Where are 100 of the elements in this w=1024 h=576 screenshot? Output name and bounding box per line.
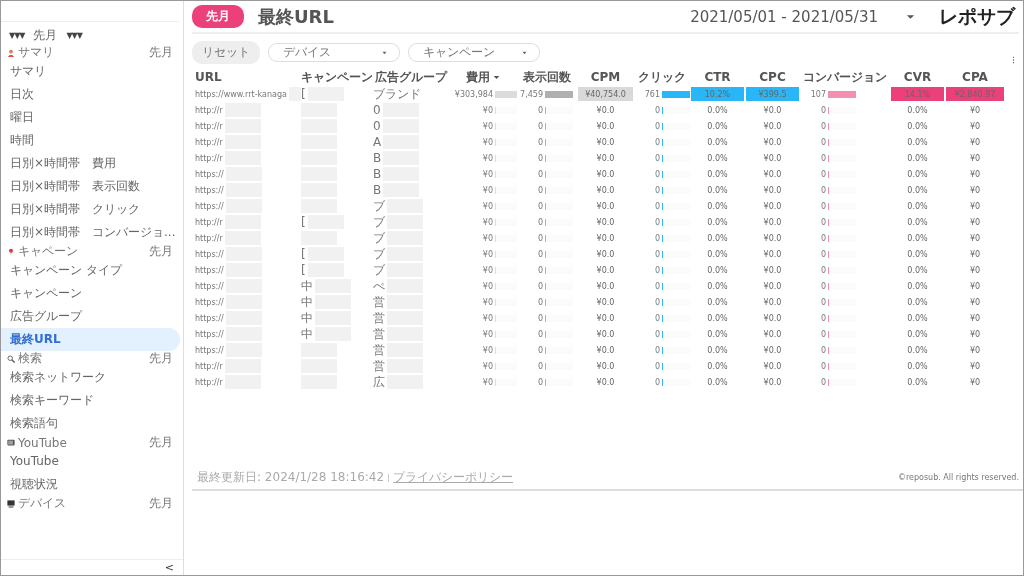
- table-cell-text: 0: [819, 233, 826, 243]
- sidebar-item[interactable]: 日別×時間帯 コンバージョ...: [1, 221, 180, 244]
- period-arrows[interactable]: ▼▼▼: [66, 31, 82, 40]
- sidebar-item[interactable]: 時間: [1, 129, 180, 152]
- column-header[interactable]: キャンペーン: [301, 68, 373, 86]
- column-header[interactable]: 費用: [466, 68, 500, 86]
- table-cell-text: ¥0: [481, 233, 493, 243]
- reset-button[interactable]: リセット: [192, 41, 260, 64]
- table-cell-text: 0: [536, 137, 543, 147]
- collapse-button[interactable]: <: [161, 561, 177, 574]
- column-header[interactable]: CPM: [590, 70, 621, 84]
- table-cell: ブ: [373, 213, 385, 231]
- sidebar-item[interactable]: 視聴状況: [1, 473, 180, 496]
- table-cell: https://: [195, 201, 224, 211]
- column-header[interactable]: CTR: [704, 70, 731, 84]
- sidebar-item[interactable]: 日別×時間帯 費用: [1, 152, 180, 175]
- sidebar-item[interactable]: 日別×時間帯 クリック: [1, 198, 180, 221]
- table-cell: http://r: [195, 121, 223, 131]
- section-period: 先月: [149, 495, 173, 512]
- table-cell-text: 0: [819, 153, 826, 163]
- period-label[interactable]: 先月: [33, 27, 58, 44]
- table-cell-text: 0: [819, 361, 826, 371]
- column-header[interactable]: CPA: [962, 70, 988, 84]
- table-cell-text: 0: [536, 169, 543, 179]
- table-cell-text: 0: [819, 137, 826, 147]
- table-cell-text: 0: [536, 281, 543, 291]
- period-arrows[interactable]: ▼▼▼: [9, 31, 25, 40]
- table-cell-text: 0: [536, 345, 543, 355]
- sidebar-item[interactable]: YouTube: [1, 450, 180, 473]
- table-cell-text: 0: [819, 265, 826, 275]
- sidebar-item[interactable]: 検索ネットワーク: [1, 366, 180, 389]
- column-header[interactable]: 広告グループ: [375, 68, 447, 86]
- sidebar-item[interactable]: 検索語句: [1, 412, 180, 435]
- table-cell: ぺ: [373, 277, 385, 295]
- table-cell-text: ¥0: [481, 105, 493, 115]
- table-cell: https://: [195, 281, 224, 291]
- column-header[interactable]: URL: [195, 70, 222, 84]
- sort-arrow-icon[interactable]: [493, 74, 500, 80]
- sidebar-item[interactable]: 最終URL: [1, 328, 180, 351]
- table-cell-text: ¥0: [481, 281, 493, 291]
- table-cell-text: 0: [653, 377, 660, 387]
- section-period: 先月: [149, 243, 173, 260]
- table-cell-text: 0: [819, 249, 826, 259]
- sidebar-item[interactable]: 広告グループ: [1, 305, 180, 328]
- caret-icon[interactable]: [906, 13, 915, 20]
- table-cell: 中: [301, 325, 313, 343]
- section-label: デバイス: [18, 495, 67, 512]
- table-cell-text: 0: [819, 105, 826, 115]
- sidebar-item[interactable]: 日別×時間帯 表示回数: [1, 175, 180, 198]
- table-cell: ¥40,754.0: [577, 86, 634, 102]
- table-cell-text: 0: [819, 281, 826, 291]
- column-header[interactable]: クリック: [638, 68, 686, 86]
- table-cell: http://r: [195, 377, 223, 387]
- table-cell-text: 0: [536, 249, 543, 259]
- table-cell: 営: [373, 357, 385, 375]
- sidebar-item[interactable]: 検索キーワード: [1, 389, 180, 412]
- table-cell: 0: [373, 119, 381, 133]
- table-cell: ¥2,840.97: [945, 86, 1005, 102]
- filter-dropdown[interactable]: デバイス: [268, 43, 400, 62]
- table-cell-text: ¥0: [481, 329, 493, 339]
- table-cell-text: 0: [536, 297, 543, 307]
- table-cell-text: 107: [809, 89, 826, 99]
- caret-icon[interactable]: [381, 50, 388, 55]
- table-cell: 中: [301, 309, 313, 327]
- section-period: 先月: [149, 350, 173, 367]
- monitor-icon: [7, 499, 15, 508]
- table-cell: https://: [195, 313, 224, 323]
- column-header[interactable]: CVR: [903, 70, 932, 84]
- section-label: 検索: [18, 350, 43, 367]
- sidebar-item[interactable]: キャンペーン: [1, 282, 180, 305]
- table-cell: 10.2%: [690, 86, 745, 102]
- table-cell-text: ¥303,984: [453, 89, 493, 99]
- column-header[interactable]: CPC: [759, 70, 786, 84]
- sidebar-item[interactable]: 曜日: [1, 106, 180, 129]
- table-cell: http://r: [195, 137, 223, 147]
- table-cell-text: ¥0: [481, 361, 493, 371]
- table-cell: [: [301, 215, 306, 229]
- table-cell: 営: [373, 325, 385, 343]
- table-cell-text: 0: [536, 121, 543, 131]
- table-cell: [: [301, 247, 306, 261]
- column-header[interactable]: 表示回数: [523, 68, 571, 86]
- table-cell: 営: [373, 341, 385, 359]
- table-cell: ブ: [373, 229, 385, 247]
- last-updated: 最終更新日: 2024/1/28 18:16:42: [197, 469, 385, 486]
- sidebar-item[interactable]: キャンペーン タイプ: [1, 259, 180, 282]
- sidebar-item[interactable]: サマリ: [1, 60, 180, 83]
- person-icon: [7, 48, 15, 57]
- sidebar-item[interactable]: 日次: [1, 83, 180, 106]
- table-cell-text: ¥0: [481, 217, 493, 227]
- table-cell-text: 0: [536, 153, 543, 163]
- table-cell-text: 0: [819, 377, 826, 387]
- table-cell: 営: [373, 309, 385, 327]
- filter-dropdown[interactable]: キャンペーン: [408, 43, 540, 62]
- table-cell: https://: [195, 345, 224, 355]
- caret-icon[interactable]: [521, 50, 528, 55]
- section-label: サマリ: [18, 44, 55, 61]
- more-icon[interactable]: [1012, 55, 1015, 64]
- column-header[interactable]: コンバージョン: [803, 68, 887, 86]
- date-range[interactable]: 2021/05/01 - 2021/05/31: [690, 7, 878, 26]
- table-cell-text: 0: [653, 217, 660, 227]
